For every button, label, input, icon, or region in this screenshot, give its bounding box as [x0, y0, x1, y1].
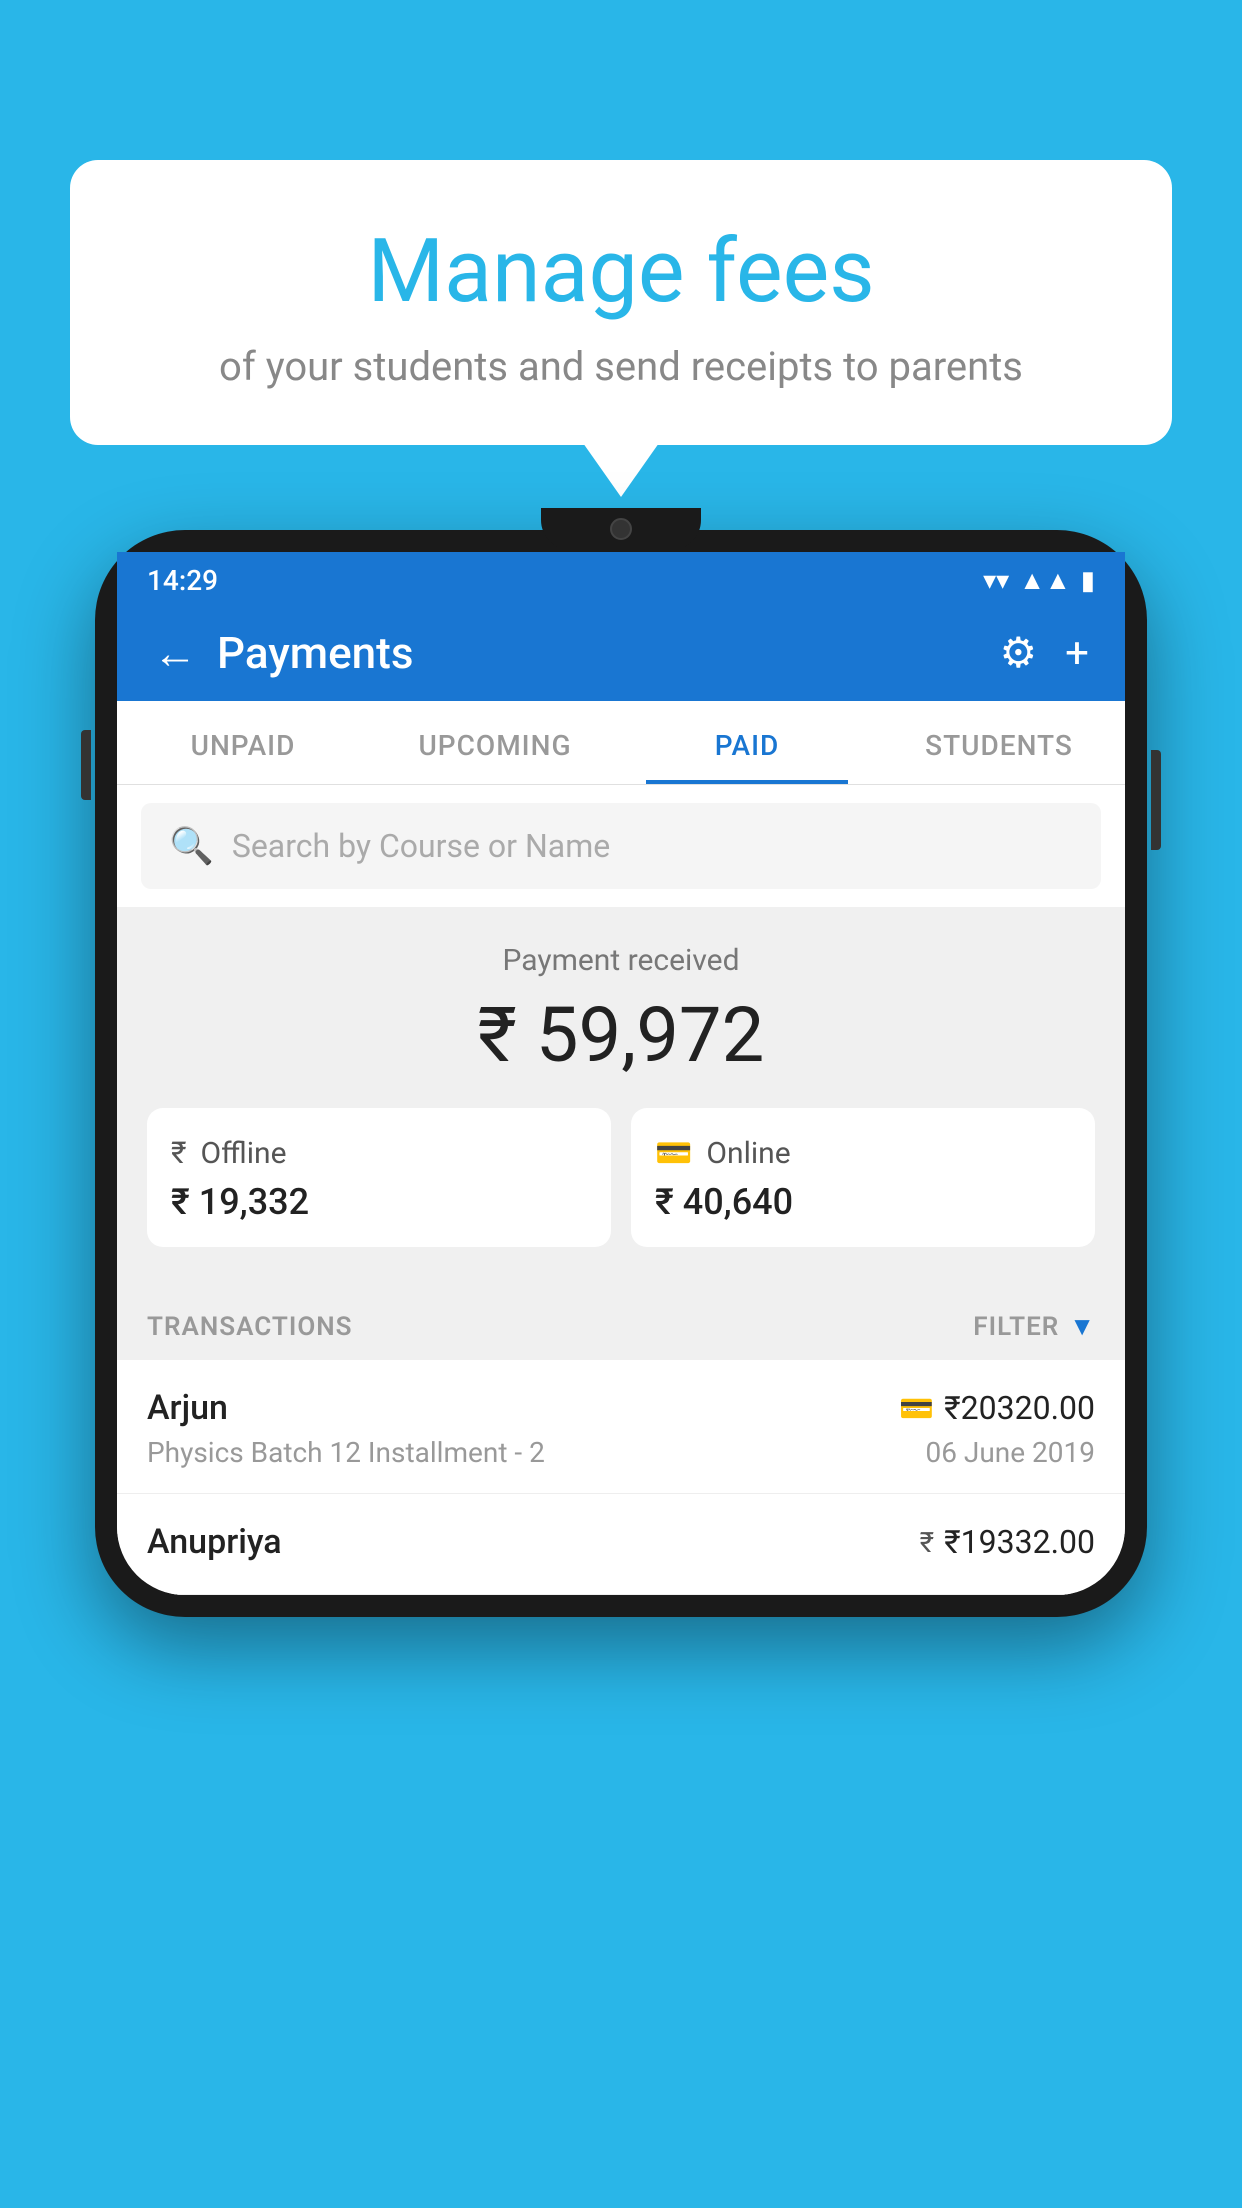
transactions-label: TRANSACTIONS — [147, 1312, 353, 1342]
speech-bubble: Manage fees of your students and send re… — [70, 160, 1172, 445]
wifi-icon: ▾▾ — [983, 566, 1009, 596]
battery-icon: ▮ — [1081, 566, 1095, 596]
phone: 14:29 ▾▾ ▲▲ ▮ ← Payments ⚙ + — [95, 530, 1147, 1617]
offline-label: Offline — [201, 1136, 287, 1171]
online-card: 💳 Online ₹ 40,640 — [631, 1108, 1095, 1247]
transaction-amount: ₹19332.00 — [944, 1523, 1095, 1561]
cash-icon: ₹ — [171, 1136, 187, 1171]
search-icon: 🔍 — [169, 825, 214, 867]
settings-icon[interactable]: ⚙ — [1000, 628, 1038, 678]
payment-cards: ₹ Offline ₹ 19,332 💳 Online ₹ 40,640 — [147, 1108, 1095, 1247]
screen: ← Payments ⚙ + UNPAID UPCOMING PAID STUD… — [117, 605, 1125, 1595]
tab-unpaid[interactable]: UNPAID — [117, 701, 369, 784]
tab-upcoming[interactable]: UPCOMING — [369, 701, 621, 784]
app-bar: ← Payments ⚙ + — [117, 605, 1125, 701]
status-bar: 14:29 ▾▾ ▲▲ ▮ — [117, 552, 1125, 605]
offline-amount: ₹ 19,332 — [171, 1181, 587, 1223]
camera — [610, 518, 632, 540]
card-icon: 💳 — [655, 1136, 692, 1171]
time-display: 14:29 — [147, 564, 218, 597]
transaction-amount: ₹20320.00 — [944, 1389, 1095, 1427]
search-container: 🔍 Search by Course or Name — [117, 785, 1125, 907]
app-bar-left: ← Payments — [153, 627, 413, 679]
table-row[interactable]: Anupriya ₹ ₹19332.00 — [117, 1494, 1125, 1595]
status-icons: ▾▾ ▲▲ ▮ — [983, 565, 1095, 596]
student-name: Anupriya — [147, 1522, 282, 1562]
payment-total-amount: ₹ 59,972 — [147, 990, 1095, 1080]
card-payment-icon: 💳 — [899, 1392, 934, 1425]
tab-paid[interactable]: PAID — [621, 701, 873, 784]
notch — [541, 508, 701, 550]
filter-container[interactable]: FILTER ▼ — [973, 1311, 1095, 1342]
add-icon[interactable]: + — [1065, 629, 1089, 678]
app-bar-right: ⚙ + — [1000, 628, 1090, 678]
online-label: Online — [706, 1136, 790, 1171]
payment-received-label: Payment received — [147, 943, 1095, 978]
filter-icon[interactable]: ▼ — [1069, 1311, 1095, 1342]
transaction-date: 06 June 2019 — [925, 1436, 1095, 1469]
phone-container: 14:29 ▾▾ ▲▲ ▮ ← Payments ⚙ + — [95, 530, 1147, 2208]
filter-label: FILTER — [973, 1312, 1059, 1342]
offline-card: ₹ Offline ₹ 19,332 — [147, 1108, 611, 1247]
back-button[interactable]: ← — [153, 627, 197, 679]
student-name: Arjun — [147, 1388, 228, 1428]
signal-icon: ▲▲ — [1019, 565, 1070, 596]
tabs-container: UNPAID UPCOMING PAID STUDENTS — [117, 701, 1125, 785]
bubble-subtitle: of your students and send receipts to pa… — [140, 343, 1102, 390]
course-info: Physics Batch 12 Installment - 2 — [147, 1436, 545, 1469]
tab-students[interactable]: STUDENTS — [873, 701, 1125, 784]
bubble-title: Manage fees — [140, 220, 1102, 323]
search-input[interactable]: Search by Course or Name — [232, 827, 610, 865]
volume-button — [81, 730, 91, 800]
transactions-header: TRANSACTIONS FILTER ▼ — [117, 1287, 1125, 1360]
cash-payment-icon: ₹ — [920, 1526, 934, 1559]
app-bar-title: Payments — [217, 627, 413, 679]
online-amount: ₹ 40,640 — [655, 1181, 1071, 1223]
table-row[interactable]: Arjun 💳 ₹20320.00 Physics Batch 12 Insta… — [117, 1360, 1125, 1494]
search-box[interactable]: 🔍 Search by Course or Name — [141, 803, 1101, 889]
payment-summary: Payment received ₹ 59,972 ₹ Offline ₹ 19… — [117, 907, 1125, 1287]
power-button — [1151, 750, 1161, 850]
